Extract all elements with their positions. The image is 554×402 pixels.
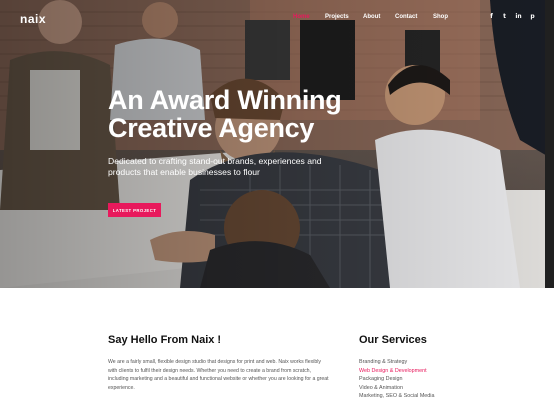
about-title: Say Hello From Naix ! bbox=[108, 334, 222, 346]
service-item-web-design[interactable]: Web Design & Development bbox=[359, 367, 435, 376]
facebook-icon[interactable]: f bbox=[487, 12, 496, 21]
hero-section: naix Home Projects About Contact Shop f … bbox=[0, 0, 554, 288]
twitter-icon[interactable]: t bbox=[500, 12, 509, 21]
brand-logo[interactable]: naix bbox=[20, 12, 46, 26]
service-item-marketing[interactable]: Marketing, SEO & Social Media bbox=[359, 392, 435, 401]
linkedin-icon[interactable]: in bbox=[514, 12, 523, 21]
latest-project-button[interactable]: LATEST PROJECT bbox=[108, 203, 161, 217]
nav-item-contact[interactable]: Contact bbox=[395, 14, 417, 20]
about-text: We are a fairly small, flexible design s… bbox=[108, 359, 329, 391]
nav-item-home[interactable]: Home bbox=[293, 14, 310, 20]
service-item-packaging[interactable]: Packaging Design bbox=[359, 375, 435, 384]
nav-item-projects[interactable]: Projects bbox=[325, 14, 349, 20]
page: naix Home Projects About Contact Shop f … bbox=[0, 0, 554, 402]
services-title: Our Services bbox=[359, 334, 427, 346]
nav-item-shop[interactable]: Shop bbox=[433, 14, 448, 20]
service-item-video[interactable]: Video & Animation bbox=[359, 384, 435, 393]
hero-headline: An Award Winning Creative Agency bbox=[108, 85, 342, 143]
services-list: Branding & Strategy Web Design & Develop… bbox=[359, 358, 435, 401]
hero-headline-line1: An Award Winning bbox=[108, 85, 342, 115]
hero-overlay bbox=[0, 0, 554, 288]
service-item-branding[interactable]: Branding & Strategy bbox=[359, 358, 435, 367]
hero-headline-line2: Creative Agency bbox=[108, 113, 315, 143]
pinterest-icon[interactable]: p bbox=[528, 12, 537, 21]
nav-item-about[interactable]: About bbox=[363, 14, 380, 20]
hero-tagline: Dedicated to crafting stand-out brands, … bbox=[108, 156, 322, 177]
